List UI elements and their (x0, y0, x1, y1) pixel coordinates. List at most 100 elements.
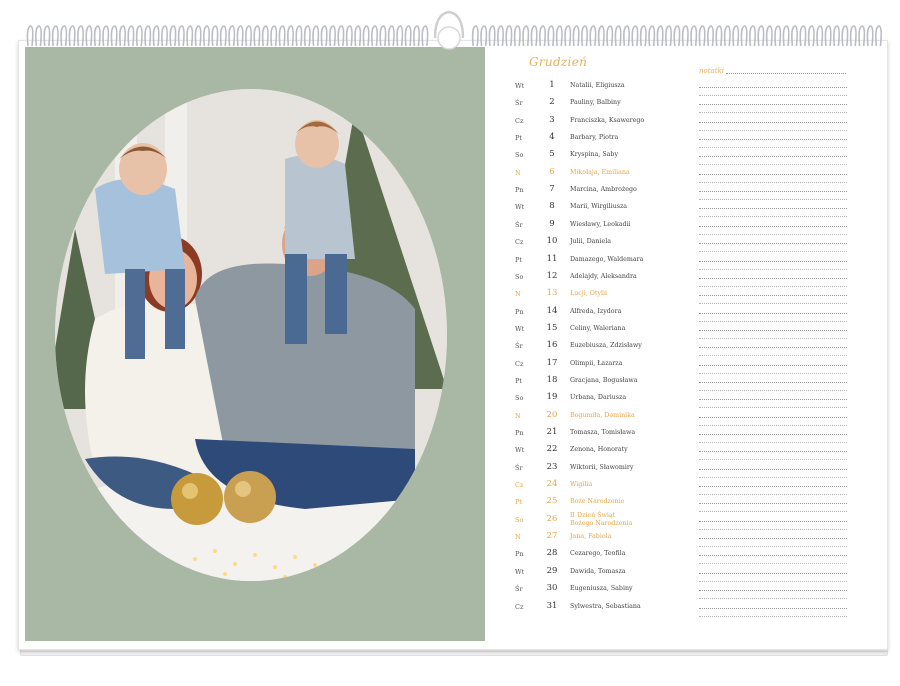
day-number: 2 (549, 97, 555, 108)
notes-line (699, 451, 847, 453)
day-number: 17 (546, 357, 558, 368)
day-row: Śr 2 Pauliny, Balbiny (489, 96, 887, 114)
spiral-loop (673, 25, 681, 47)
spiral-loop (345, 25, 353, 47)
day-of-week: Śr (515, 585, 523, 594)
notes-line (699, 312, 847, 314)
calendar-page: Grudzień notatki Wt 1 Natalii, Eligiusza Śr… (18, 40, 888, 650)
notes-line (699, 468, 847, 470)
day-of-week: N (515, 290, 521, 299)
name-day: Wigilia (570, 481, 593, 489)
spiral-loop (85, 25, 93, 47)
family-photo-illustration (55, 89, 447, 581)
spiral-loop (782, 25, 790, 47)
spiral-loop (312, 25, 320, 47)
notes-line-secondary (699, 615, 847, 617)
spiral-loop (102, 25, 110, 47)
notes-header-line (726, 73, 846, 74)
spiral-loop (530, 25, 538, 47)
day-row: Cz 10 Julii, Daniela (489, 235, 887, 253)
spiral-loop (555, 25, 563, 47)
notes-line (699, 121, 847, 123)
day-number: 9 (549, 218, 555, 229)
spiral-loop (765, 25, 773, 47)
spiral-loop (127, 25, 135, 47)
day-row: Wt 15 Celiny, Waleriana (489, 322, 887, 339)
spiral-loop (93, 25, 101, 47)
day-number: 13 (546, 288, 558, 299)
name-day: Damazego, Waldemara (570, 255, 644, 263)
spiral-loop (505, 25, 513, 47)
spiral-loop (572, 25, 580, 47)
day-row: So 12 Adelajdy, Aleksandra (489, 270, 887, 287)
spiral-loop (564, 25, 572, 47)
day-row: Pt 4 Barbary, Piotra (489, 131, 887, 149)
day-number: 5 (549, 149, 555, 160)
day-of-week: Pn (515, 429, 524, 437)
spiral-loop (824, 25, 832, 47)
spiral-loop (757, 25, 765, 47)
name-day: Marcina, Ambrożego (570, 186, 637, 194)
day-of-week: Wt (515, 567, 525, 576)
day-row: Pt 25 Boże Narodzenie (489, 495, 887, 513)
spiral-loop (413, 25, 420, 47)
spiral-loop (371, 25, 378, 47)
spiral-loop (26, 25, 34, 47)
month-title: Grudzień (529, 55, 588, 69)
day-number: 7 (549, 184, 555, 195)
spiral-loop (681, 25, 689, 47)
notes-line (699, 295, 847, 297)
spiral-loop (581, 25, 588, 47)
day-row: Pn 21 Tomasza, Tomisława (489, 426, 887, 443)
notes-line (699, 434, 847, 435)
notes-line (699, 538, 847, 540)
day-number: 26 (546, 513, 558, 524)
name-day: Dawida, Tomasza (570, 567, 626, 575)
spiral-loop (169, 25, 177, 47)
spiral-loop (337, 25, 345, 47)
day-of-week: Wt (515, 446, 525, 455)
spiral-loop (152, 25, 160, 47)
spiral-loop (614, 25, 622, 47)
name-day: Marii, Wirgiliusza (570, 203, 628, 211)
spiral-loop (807, 25, 815, 47)
day-row: So 5 Kryspina, Saby (489, 148, 887, 166)
spiral-loop (698, 25, 706, 47)
spiral-loop (354, 25, 362, 47)
spiral-loop (362, 25, 370, 47)
name-day: Eugeniusza, Sabiny (570, 585, 633, 593)
day-row: Śr 23 Wiktorii, Sławomiry (489, 461, 887, 478)
notes-line (699, 503, 847, 505)
spiral-loop (480, 25, 488, 47)
name-day: Sylwestra, Sebastiana (570, 602, 641, 610)
day-row: Pt 18 Gracjana, Bogusława (489, 374, 887, 391)
notes-line (699, 347, 847, 349)
notes-label: notatki (699, 67, 725, 75)
notes-line (699, 590, 847, 592)
day-number: 8 (549, 201, 555, 212)
spiral-loop (875, 25, 882, 47)
name-day: Barbary, Piotra (570, 134, 619, 142)
name-day: Pauliny, Balbiny (570, 99, 621, 107)
spiral-loop (161, 25, 168, 47)
calendar-grid: Grudzień notatki Wt 1 Natalii, Eligiusza Śr… (489, 41, 887, 649)
spiral-loop (396, 25, 404, 47)
day-row: Pn 14 Alfreda, Izydora (489, 305, 887, 322)
notes-line (699, 277, 847, 279)
spiral-loop (379, 25, 387, 47)
day-of-week: Pn (515, 307, 524, 316)
day-number: 4 (549, 132, 555, 143)
day-number: 3 (549, 114, 555, 125)
name-day: Zenona, Honoraty (570, 446, 628, 454)
name-day: Olimpii, Łazarza (570, 359, 623, 367)
day-row: Pn 28 Cezarego, Teofila (489, 547, 887, 565)
day-of-week: Śr (515, 99, 523, 108)
name-day: Kryspina, Saby (570, 151, 619, 159)
day-of-week: So (515, 272, 524, 281)
notes-line (699, 208, 847, 210)
day-row: Wt 8 Marii, Wirgiliusza (489, 200, 887, 218)
spiral-loop (295, 25, 303, 47)
spiral-loop (665, 25, 672, 47)
day-number: 15 (546, 322, 558, 333)
day-number: 25 (546, 496, 558, 507)
